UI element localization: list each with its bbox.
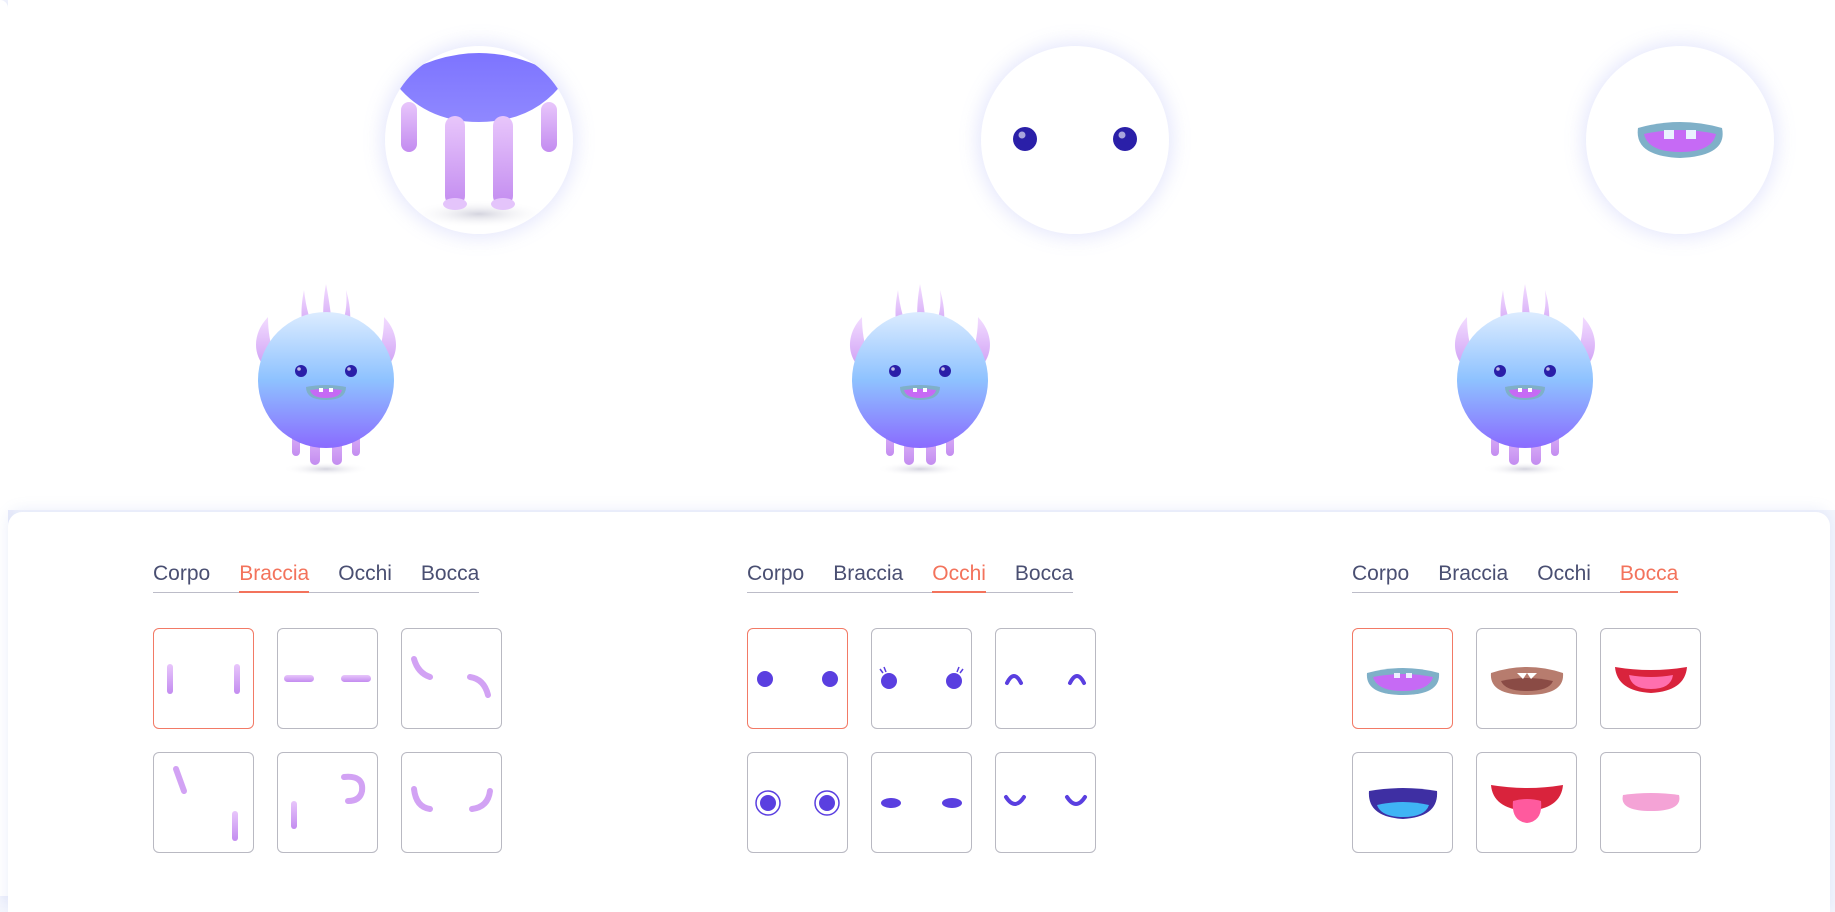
eyes-arch-icon <box>1005 674 1086 685</box>
option-eyes-lashes[interactable] <box>871 628 972 729</box>
mouth-pink-closed-icon <box>1622 793 1680 811</box>
mouth-purple-teeth-icon <box>1366 668 1440 695</box>
eyes-dots-icon <box>757 671 838 687</box>
tab-corpo[interactable]: Corpo <box>747 562 804 592</box>
option-arms-diagonal[interactable] <box>153 752 254 853</box>
option-mouth-red-tongue[interactable] <box>1476 752 1577 853</box>
option-mouth-pink-closed[interactable] <box>1600 752 1701 853</box>
tab-corpo[interactable]: Corpo <box>1352 562 1409 592</box>
option-eyes-ringed[interactable] <box>747 752 848 853</box>
tab-occhi[interactable]: Occhi <box>932 562 986 593</box>
tab-braccia[interactable]: Braccia <box>1438 562 1508 592</box>
arms-vertical-icon <box>167 664 240 694</box>
arms-bent-icon <box>291 773 366 829</box>
option-arms-horizontal[interactable] <box>277 628 378 729</box>
part-tabs: Corpo Braccia Occhi Bocca <box>747 562 1074 593</box>
arms-curved-icon <box>411 656 491 698</box>
customizer-column-arms: Corpo Braccia Occhi Bocca <box>0 0 600 896</box>
tab-corpo[interactable]: Corpo <box>153 562 210 592</box>
eyes-ringed-icon <box>755 790 840 816</box>
tab-bocca[interactable]: Bocca <box>1015 562 1073 592</box>
tab-bocca[interactable]: Bocca <box>1619 562 1679 593</box>
preview-bubble-mouth <box>1586 46 1774 234</box>
tab-occhi[interactable]: Occhi <box>338 562 392 592</box>
mouth-preview-icon <box>1637 122 1723 158</box>
option-arms-vertical[interactable] <box>153 628 254 729</box>
eyes-lashes-icon <box>879 666 964 689</box>
option-eyes-arch[interactable] <box>995 628 1096 729</box>
mouth-red-tongue-icon <box>1491 785 1563 823</box>
monster-character <box>1454 284 1596 476</box>
option-mouth-red-open[interactable] <box>1600 628 1701 729</box>
arms-diagonal-icon <box>173 766 238 841</box>
mouth-red-open-icon <box>1615 667 1687 693</box>
monster-character <box>849 284 991 476</box>
eyes-narrow-icon <box>881 798 962 808</box>
customizer-column-eyes: Corpo Braccia Occhi Bocca <box>594 0 1194 896</box>
tab-occhi[interactable]: Occhi <box>1537 562 1591 592</box>
option-arms-cupped[interactable] <box>401 752 502 853</box>
monster-character <box>255 284 397 476</box>
customizer-column-mouth: Corpo Braccia Occhi Bocca <box>1199 0 1799 896</box>
arms-cupped-icon <box>411 786 493 812</box>
tab-braccia[interactable]: Braccia <box>239 562 310 593</box>
mouth-navy-blue-icon <box>1368 788 1438 819</box>
option-eyes-smile[interactable] <box>995 752 1096 853</box>
preview-bubble-eyes <box>981 46 1169 234</box>
tab-bocca[interactable]: Bocca <box>421 562 479 592</box>
option-arms-bent[interactable] <box>277 752 378 853</box>
option-eyes-dots[interactable] <box>747 628 848 729</box>
mouth-brown-teeth-icon <box>1490 667 1564 695</box>
option-arms-curved[interactable] <box>401 628 502 729</box>
option-mouth-purple-teeth[interactable] <box>1352 628 1453 729</box>
part-tabs: Corpo Braccia Occhi Bocca <box>1352 562 1679 593</box>
part-tabs: Corpo Braccia Occhi Bocca <box>153 562 480 593</box>
arms-legs-preview-icon <box>393 53 565 228</box>
option-mouth-brown-teeth[interactable] <box>1476 628 1577 729</box>
eyes-smile-icon <box>1004 795 1087 806</box>
preview-bubble-arms <box>385 46 573 234</box>
tab-braccia[interactable]: Braccia <box>833 562 903 592</box>
arms-horizontal-icon <box>284 675 371 682</box>
option-eyes-narrow[interactable] <box>871 752 972 853</box>
eyes-preview-icon <box>1013 127 1137 151</box>
option-mouth-navy-blue[interactable] <box>1352 752 1453 853</box>
